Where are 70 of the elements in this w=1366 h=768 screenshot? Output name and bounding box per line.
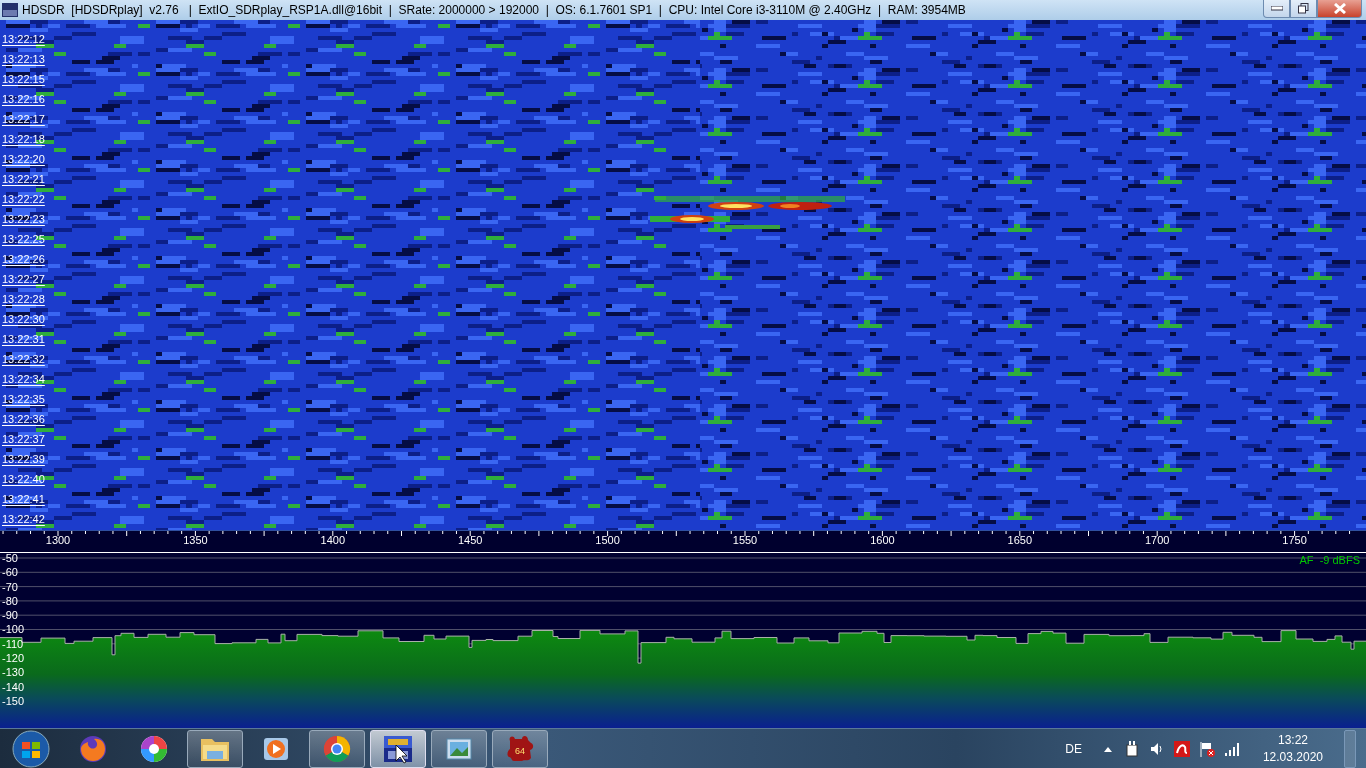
level-label: -150 bbox=[2, 693, 25, 709]
level-label: -70 bbox=[2, 579, 19, 594]
up-arrow-icon bbox=[1103, 746, 1112, 752]
level-label: -50 bbox=[2, 551, 19, 566]
app-logo-icon bbox=[2, 3, 18, 17]
flag-icon[interactable] bbox=[1198, 741, 1215, 757]
restore-icon bbox=[1298, 3, 1309, 14]
time-label: 13:22:28 bbox=[2, 292, 45, 306]
time-label: 13:22:16 bbox=[2, 92, 45, 106]
close-icon bbox=[1332, 3, 1347, 14]
app-icon bbox=[382, 733, 414, 765]
taskbar-button[interactable]: 64 bbox=[492, 730, 548, 768]
time-label: 13:22:36 bbox=[2, 412, 45, 426]
time-label: 13:22:17 bbox=[2, 112, 45, 126]
time-label: 13:22:27 bbox=[2, 272, 45, 286]
frequency-label: 1300 bbox=[45, 534, 71, 546]
speaker-icon[interactable] bbox=[1148, 741, 1165, 757]
time-label: 13:22:35 bbox=[2, 392, 45, 406]
window-title: HDSDR [HDSDRplay] v2.76 | ExtIO_SDRplay_RSP1A.dll@16bit | SRate: 2000000 > 192000 | OS: 6.1.7601 SP1 | CPU: Intel Core i3-3110M @ 2.40GHz | RAM: 3954MB bbox=[22, 3, 966, 17]
time-label: 13:22:39 bbox=[2, 452, 45, 466]
time-label: 13:22:22 bbox=[2, 192, 45, 206]
level-label: -120 bbox=[2, 651, 25, 666]
time-label: 13:22:34 bbox=[2, 372, 45, 386]
level-label: -110 bbox=[2, 636, 25, 652]
frequency-label: 1550 bbox=[732, 534, 758, 546]
frequency-label: 1450 bbox=[457, 534, 483, 546]
time-label: 13:22:26 bbox=[2, 252, 45, 266]
level-label: -100 bbox=[2, 622, 25, 637]
level-label: -80 bbox=[2, 593, 19, 609]
clock-time[interactable]: 13:22 bbox=[1277, 732, 1308, 749]
browser-icon bbox=[322, 734, 352, 764]
time-label: 13:22:20 bbox=[2, 152, 45, 166]
time-label: 13:22:32 bbox=[2, 352, 45, 366]
clock-date[interactable]: 12.03.2020 bbox=[1262, 749, 1323, 766]
af-level-label: AF -9 dBFS bbox=[1299, 554, 1360, 566]
level-label: -130 bbox=[2, 665, 25, 680]
level-label: -60 bbox=[2, 565, 19, 580]
power-plug-icon[interactable] bbox=[1123, 741, 1140, 757]
time-label: 13:22:25 bbox=[2, 232, 45, 246]
time-label: 13:22:23 bbox=[2, 212, 45, 226]
time-label: 13:22:40 bbox=[2, 472, 45, 486]
frequency-label: 1750 bbox=[1282, 534, 1307, 546]
frequency-label: 1350 bbox=[183, 534, 208, 546]
restore-button[interactable] bbox=[1290, 0, 1317, 18]
frequency-label: 1400 bbox=[320, 534, 346, 546]
time-label: 13:22:21 bbox=[2, 172, 45, 186]
language-indicator[interactable]: DE bbox=[1065, 742, 1082, 756]
frequency-label: 1700 bbox=[1144, 534, 1170, 546]
level-label: -90 bbox=[2, 608, 19, 623]
time-label: 13:22:12 bbox=[2, 32, 45, 46]
signal-bars-icon[interactable] bbox=[1223, 741, 1240, 757]
time-label: 13:22:31 bbox=[2, 332, 45, 346]
frequency-label: 1600 bbox=[870, 534, 895, 546]
taskbar-button[interactable] bbox=[187, 730, 243, 768]
close-button[interactable] bbox=[1317, 0, 1362, 18]
pinwheel-icon bbox=[139, 734, 169, 764]
level-label: -140 bbox=[2, 679, 25, 694]
time-label: 13:22:13 bbox=[2, 52, 45, 66]
time-label: 13:22:30 bbox=[2, 312, 45, 326]
time-label: 13:22:41 bbox=[2, 492, 45, 506]
minimize-icon bbox=[1270, 6, 1283, 11]
time-label: 13:22:37 bbox=[2, 432, 45, 446]
browser-icon bbox=[78, 734, 108, 764]
frequency-label: 1650 bbox=[1007, 534, 1033, 546]
frequency-label: 1500 bbox=[595, 534, 620, 546]
start-icon bbox=[11, 729, 51, 768]
time-label: 13:22:42 bbox=[2, 512, 45, 526]
taskbar-button[interactable] bbox=[309, 730, 365, 768]
time-label: 13:22:18 bbox=[2, 132, 45, 146]
time-label: 13:22:15 bbox=[2, 72, 45, 86]
